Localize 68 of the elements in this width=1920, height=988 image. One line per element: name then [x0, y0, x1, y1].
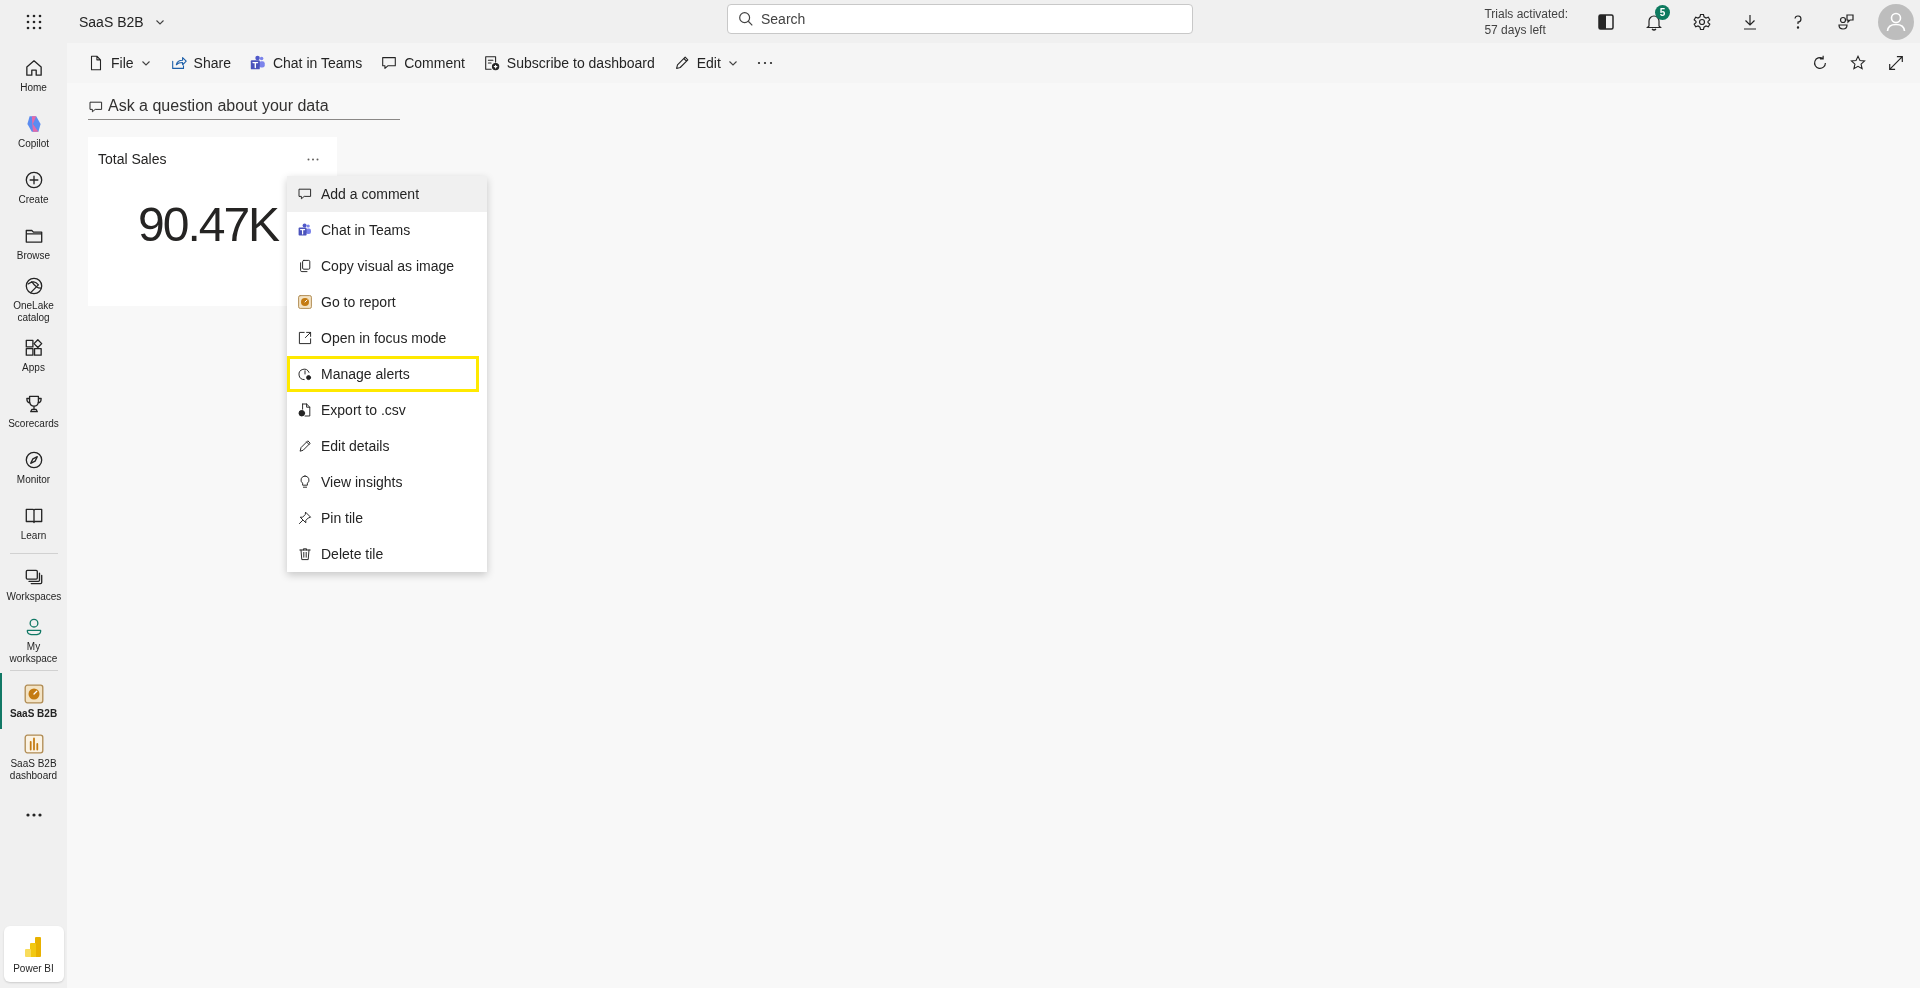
- focus-icon: [297, 330, 313, 346]
- refresh-icon: [1811, 54, 1829, 72]
- teams-icon: [248, 54, 267, 72]
- ellipsis-icon: [756, 61, 773, 65]
- menu-item[interactable]: Copy visual as image: [287, 248, 487, 284]
- share-icon: [169, 54, 188, 72]
- expand-icon: [1887, 54, 1905, 72]
- ellipsis-icon: [25, 813, 42, 817]
- nav-item[interactable]: OneLake catalog: [0, 271, 67, 327]
- search-field[interactable]: Search: [727, 4, 1193, 34]
- nav-item[interactable]: Monitor: [0, 439, 67, 495]
- bar-chart-icon: [22, 732, 45, 755]
- export-file-icon: [297, 402, 313, 418]
- menu-item[interactable]: Chat in Teams: [287, 212, 487, 248]
- menu-item[interactable]: Open in focus mode: [287, 320, 487, 356]
- nav-item[interactable]: Browse: [0, 215, 67, 271]
- app-switcher-button[interactable]: Power BI: [3, 926, 64, 982]
- menu-item[interactable]: Export to .csv: [287, 392, 487, 428]
- question-field[interactable]: Ask a question about your data: [88, 95, 400, 120]
- trial-status-text: Trials activated:: [1484, 5, 1568, 22]
- toolbar-button[interactable]: File: [81, 48, 158, 78]
- gauge-icon: [22, 682, 45, 705]
- tile-title: Total Sales: [98, 151, 167, 167]
- gauge-icon: [297, 294, 313, 310]
- alert-icon: [297, 366, 313, 382]
- menu-item[interactable]: Manage alerts: [287, 356, 479, 392]
- comment-icon: [88, 99, 104, 115]
- nav-item[interactable]: SaaS B2B: [0, 673, 67, 729]
- nav-item[interactable]: Apps: [0, 327, 67, 383]
- star-icon: [1849, 54, 1867, 72]
- kpi-value: 90.47K: [138, 197, 279, 252]
- comment-icon: [297, 186, 313, 202]
- copy-icon: [297, 258, 313, 274]
- menu-item[interactable]: Go to report: [287, 284, 487, 320]
- people-chat-icon: [1836, 11, 1856, 32]
- ellipsis-icon: [307, 157, 319, 161]
- settings-icon: [1692, 11, 1712, 32]
- notifications-button[interactable]: 5: [1630, 1, 1678, 42]
- toolbar-button[interactable]: Comment: [374, 48, 471, 78]
- report-title-dropdown[interactable]: SaaS B2B: [75, 9, 170, 34]
- search-icon: [737, 10, 755, 28]
- comment-icon: [380, 54, 399, 72]
- subscribe-icon: [482, 54, 501, 72]
- trash-icon: [297, 546, 313, 562]
- nav-item[interactable]: My workspace: [0, 612, 67, 668]
- menu-item[interactable]: Pin tile: [287, 500, 487, 536]
- toolbar-button[interactable]: Chat in Teams: [242, 48, 369, 78]
- nav-item[interactable]: Scorecards: [0, 383, 67, 439]
- notification-count-badge: 5: [1655, 4, 1670, 20]
- nav-item[interactable]: SaaS B2B dashboard: [0, 729, 67, 785]
- trial-days-text: 57 days left: [1484, 21, 1547, 38]
- pencil-icon: [297, 438, 313, 454]
- panel-icon: [1596, 11, 1616, 32]
- lightbulb-icon: [297, 474, 313, 490]
- pin-icon: [297, 510, 313, 526]
- nav-item[interactable]: Home: [0, 47, 67, 103]
- menu-item[interactable]: View insights: [287, 464, 487, 500]
- menu-item[interactable]: Edit details: [287, 428, 487, 464]
- teams-icon: [297, 222, 313, 238]
- menu-item[interactable]: Delete tile: [287, 536, 487, 572]
- nav-item[interactable]: Copilot: [0, 103, 67, 159]
- menu-item[interactable]: Add a comment: [287, 176, 487, 212]
- toolbar-button[interactable]: Subscribe to dashboard: [476, 48, 661, 78]
- toolbar-button[interactable]: Edit: [666, 48, 745, 78]
- nav-item[interactable]: Create: [0, 159, 67, 215]
- nav-item[interactable]: Workspaces: [0, 556, 67, 612]
- toolbar-button[interactable]: Share: [163, 48, 237, 78]
- nav-item[interactable]: Learn: [0, 495, 67, 551]
